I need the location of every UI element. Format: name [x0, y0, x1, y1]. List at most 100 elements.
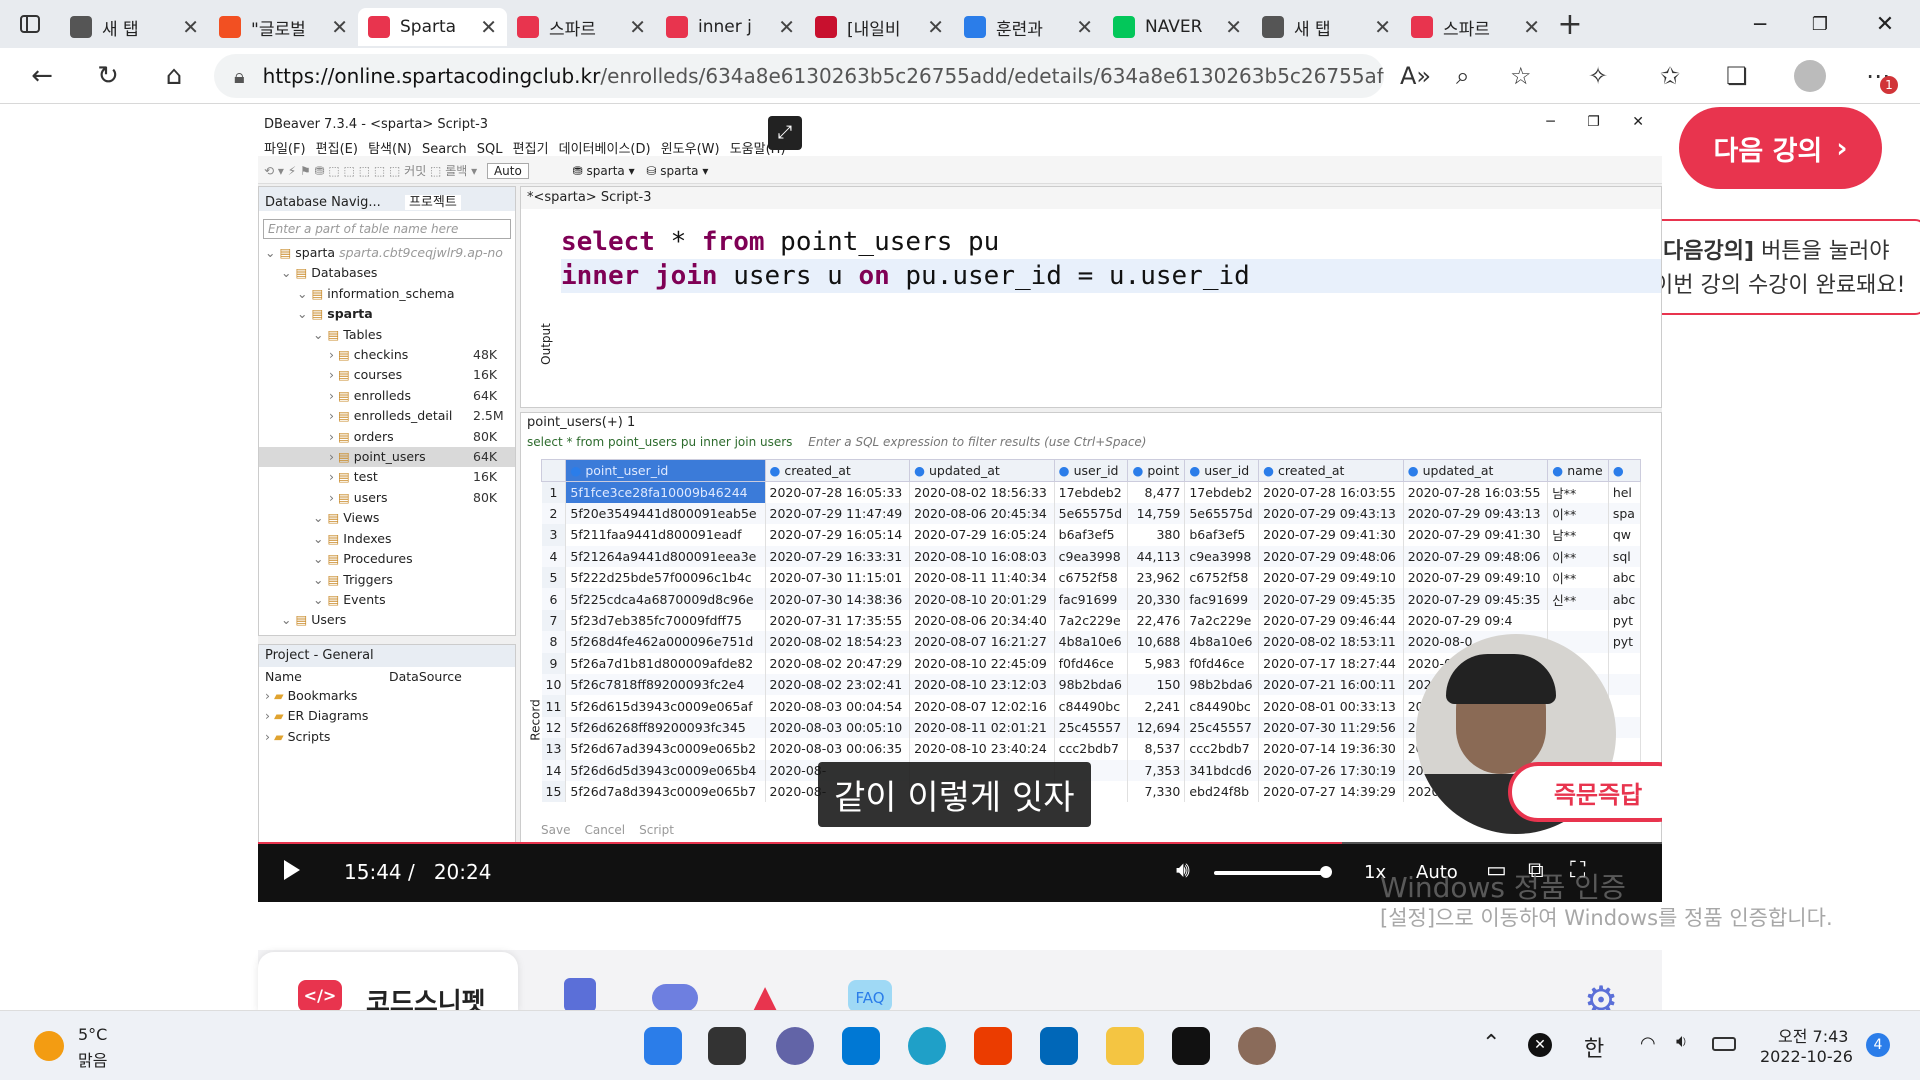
table-cell[interactable]: 2020-08-10 23:40:24	[909, 738, 1055, 760]
table-cell[interactable]: 2020-07-30 11:29:56	[1258, 716, 1404, 739]
table-cell[interactable]: 2020-07-29 09:43:13	[1403, 502, 1549, 525]
table-cell[interactable]: abc	[1608, 567, 1642, 589]
tree-node[interactable]: › ▤ orders 80K	[259, 427, 515, 447]
table-cell[interactable]: 44,113	[1127, 545, 1186, 568]
read-aloud-icon[interactable]: A»	[1400, 62, 1431, 90]
expand-icon[interactable]: ⌄	[313, 510, 323, 525]
browser-tab[interactable]: [내일비 ✕	[805, 8, 954, 46]
clock-time[interactable]: 오전 7:43	[1778, 1023, 1848, 1047]
table-cell[interactable]: 2020-07-29 09:45:35	[1403, 588, 1549, 610]
favorite-add-icon[interactable]: ☆	[1510, 62, 1532, 90]
project-item[interactable]: › ▰ ER Diagrams	[265, 706, 515, 726]
tray-close-icon[interactable]: ✕	[1528, 1033, 1552, 1057]
browser-tab[interactable]: 훈련과 ✕	[954, 8, 1103, 46]
tree-node[interactable]: ⌄ ▤ sparta	[259, 304, 515, 324]
table-cell[interactable]: 2020-07-30 11:15:01	[765, 567, 911, 589]
table-cell[interactable]: 4b8a10e6	[1184, 631, 1260, 653]
table-cell[interactable]: 17ebdeb2	[1054, 481, 1129, 503]
table-cell[interactable]: 2020-07-29 16:05:24	[909, 524, 1055, 546]
expand-icon[interactable]: ›	[329, 469, 334, 484]
table-cell[interactable]: 5f21264a9441d800091eea3e	[565, 545, 766, 568]
table-cell[interactable]: pyt	[1608, 631, 1642, 653]
table-cell[interactable]: f0fd46ce	[1184, 652, 1260, 675]
table-cell[interactable]: 150	[1127, 674, 1186, 696]
table-cell[interactable]: 2020-08-03 00:06:35	[765, 738, 911, 760]
clock-date[interactable]: 2022-10-26	[1760, 1047, 1853, 1066]
table-cell[interactable]: 12,694	[1127, 716, 1186, 739]
tab-close-icon[interactable]: ✕	[778, 15, 795, 39]
table-cell[interactable]: c9ea3998	[1054, 545, 1129, 568]
table-cell[interactable]: 5f26d6268ff89200093fc345	[565, 716, 766, 739]
table-cell[interactable]: 5f26d6d5d3943c0009e065b4	[565, 759, 766, 781]
result-tab[interactable]: point_users(+) 1	[521, 413, 1661, 433]
table-cell[interactable]: 20,330	[1127, 588, 1186, 610]
tree-node[interactable]: › ▤ checkins 48K	[259, 345, 515, 365]
fullscreen-toggle-icon[interactable]: ⤢	[768, 116, 802, 150]
table-cell[interactable]: 이**	[1547, 567, 1609, 589]
tab-actions-icon[interactable]	[0, 13, 60, 35]
table-cell[interactable]: 2020-07-29 16:05:14	[765, 524, 911, 546]
start-icon[interactable]	[644, 1027, 682, 1065]
table-cell[interactable]: fac91699	[1054, 588, 1129, 610]
table-cell[interactable]: 8,477	[1127, 481, 1186, 503]
instant-qa-badge[interactable]: 즉문즉답	[1508, 762, 1662, 822]
table-cell[interactable]: 2020-07-29 16:33:31	[765, 545, 911, 568]
table-cell[interactable]: 2020-08-10 23:12:03	[909, 674, 1055, 696]
table-cell[interactable]: 5f20e3549441d800091eab5e	[565, 502, 766, 525]
table-row[interactable]: 6 5f225cdca4a6870009d8c96e 2020-07-30 14:3…	[541, 588, 1642, 610]
tab-close-icon[interactable]: ✕	[629, 15, 646, 39]
weather-icon[interactable]	[34, 1031, 64, 1061]
table-cell[interactable]: 7a2c229e	[1054, 609, 1129, 632]
tab-close-icon[interactable]: ✕	[1076, 15, 1093, 39]
expand-icon[interactable]: ›	[329, 388, 334, 403]
table-cell[interactable]	[1608, 674, 1642, 696]
table-cell[interactable]: c6752f58	[1054, 567, 1129, 589]
table-cell[interactable]: 2020-07-29 09:41:30	[1403, 524, 1549, 546]
zoom-icon[interactable]: ⌕	[1456, 62, 1469, 90]
table-cell[interactable]: 5,983	[1127, 652, 1186, 675]
active-database[interactable]: sparta	[660, 164, 698, 178]
collections-icon[interactable]: ❏	[1726, 62, 1748, 90]
table-cell[interactable]: qw	[1608, 524, 1642, 546]
expand-icon[interactable]: ›	[329, 490, 334, 505]
table-cell[interactable]: 2020-07-27 14:39:29	[1258, 780, 1404, 803]
table-cell[interactable]: 2020-07-30 14:38:36	[765, 588, 911, 610]
table-cell[interactable]: 2020-07-28 16:03:55	[1403, 481, 1549, 503]
table-cell[interactable]: 23,962	[1127, 567, 1186, 589]
project-tab[interactable]: 프로젝트	[404, 195, 461, 210]
tray-chevron-icon[interactable]: ⌃	[1482, 1031, 1500, 1056]
expand-icon[interactable]: ⌄	[281, 265, 291, 280]
table-cell[interactable]: 14,759	[1127, 502, 1186, 525]
table-row[interactable]: 7 5f23d7eb385fc70009fdff75 2020-07-31 17:3…	[541, 609, 1642, 632]
speaker-icon[interactable]: 🔉︎	[1676, 1031, 1687, 1052]
table-row[interactable]: 1 5f1fce3ce28fa10009b46244 2020-07-28 16:0…	[541, 481, 1642, 503]
table-cell[interactable]: 2020-07-28 16:03:55	[1258, 481, 1404, 503]
table-cell[interactable]: 2020-08-03 00:05:10	[765, 716, 911, 739]
column-header[interactable]: ● created_at	[764, 459, 911, 482]
active-connection[interactable]: sparta	[587, 164, 625, 178]
table-cell[interactable]: 2020-07-29 09:46:44	[1258, 609, 1404, 632]
refresh-button[interactable]: ↻	[86, 54, 130, 98]
table-cell[interactable]: 2020-07-21 16:00:11	[1258, 674, 1404, 696]
table-cell[interactable]: 2020-08-07 16:21:27	[909, 631, 1055, 653]
table-cell[interactable]: 5f23d7eb385fc70009fdff75	[565, 609, 766, 632]
tree-node[interactable]: ⌄ ▤ Tables	[259, 325, 515, 345]
extensions-icon[interactable]: ✧	[1588, 62, 1608, 90]
weather-temp[interactable]: 5°C	[78, 1025, 107, 1044]
table-cell[interactable]: 이**	[1547, 502, 1609, 525]
table-cell[interactable]: 2020-08-03 00:04:54	[765, 695, 911, 717]
table-cell[interactable]: 5f211faa9441d800091eadf	[565, 524, 766, 546]
expand-icon[interactable]: ›	[265, 729, 270, 744]
tree-node[interactable]: ⌄ ▤ Triggers	[259, 570, 515, 590]
table-cell[interactable]: 2020-08-07 12:02:16	[909, 695, 1055, 717]
table-cell[interactable]: 5f26d67ad3943c0009e065b2	[565, 738, 766, 760]
table-cell[interactable]: 신**	[1547, 588, 1609, 610]
close-window-button[interactable]: ✕	[1850, 12, 1920, 37]
table-cell[interactable]: 7,330	[1127, 780, 1186, 803]
table-cell[interactable]: 2020-07-29 09:43:13	[1258, 502, 1404, 525]
table-cell[interactable]: 남**	[1547, 481, 1609, 503]
table-cell[interactable]: 2020-08-11 11:40:34	[909, 567, 1055, 589]
table-cell[interactable]: 5e65575d	[1054, 502, 1129, 525]
table-cell[interactable]: 2020-07-17 18:27:44	[1258, 652, 1404, 675]
column-header[interactable]: ● user_id	[1184, 459, 1260, 482]
